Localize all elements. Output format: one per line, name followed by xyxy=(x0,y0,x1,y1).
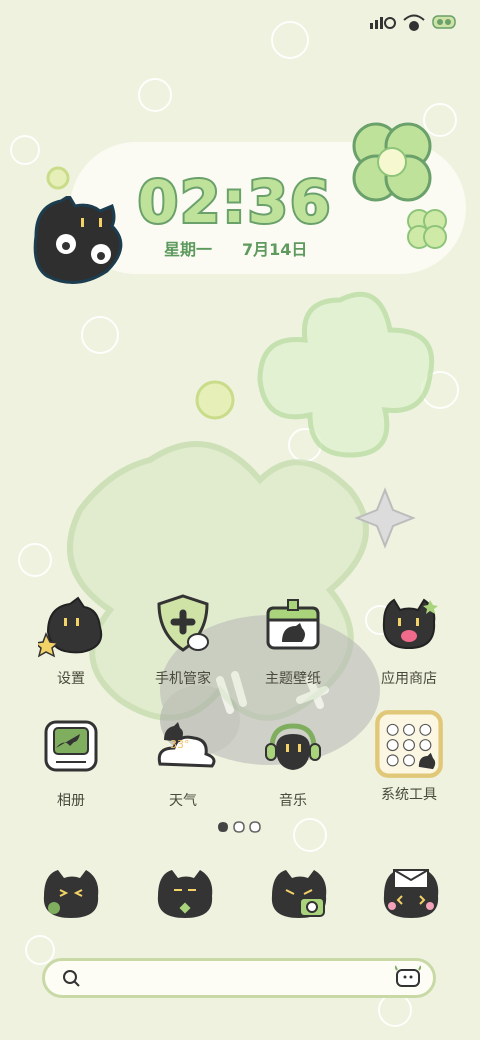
phone-cat-icon xyxy=(43,870,99,918)
battery-icon xyxy=(432,15,456,29)
camera-cat-icon xyxy=(271,870,327,918)
app-weather[interactable]: 33° 天气 xyxy=(128,714,238,810)
clock-date: 星期一 7月14日 xyxy=(164,236,307,260)
app-theme[interactable]: 主题壁纸 xyxy=(238,592,348,688)
app-label: 应用商店 xyxy=(381,671,437,687)
theme-wallpaper-icon xyxy=(266,599,320,650)
page-dot xyxy=(233,821,245,833)
search-icon xyxy=(63,970,80,987)
voice-assistant-icon[interactable] xyxy=(395,965,421,989)
app-settings[interactable]: 设置 xyxy=(16,592,126,688)
music-cat-icon xyxy=(265,723,321,770)
app-label: 主题壁纸 xyxy=(265,671,321,687)
app-label: 手机管家 xyxy=(155,671,211,687)
dock-phone[interactable] xyxy=(38,860,104,926)
search-bar[interactable] xyxy=(42,958,436,998)
app-label: 天气 xyxy=(169,793,197,809)
browser-cat-icon xyxy=(383,869,439,918)
app-label: 系统工具 xyxy=(381,787,437,803)
cat-paws-icon xyxy=(33,196,123,284)
wifi-cat-icon xyxy=(403,14,425,31)
clock-weekday: 星期一 xyxy=(164,240,213,259)
page-dot-active xyxy=(218,822,228,832)
settings-cat-icon xyxy=(33,596,103,658)
folder-system-tools[interactable]: 系统工具 xyxy=(354,708,464,804)
app-label: 音乐 xyxy=(279,793,307,809)
weather-temp: 33° xyxy=(170,738,190,751)
app-phone-manager[interactable]: 手机管家 xyxy=(128,592,238,688)
phone-manager-shield-icon xyxy=(157,594,209,652)
app-music[interactable]: 音乐 xyxy=(238,714,348,810)
clover-icon xyxy=(352,122,432,202)
weather-icon: 33° xyxy=(157,722,216,768)
dock-camera[interactable] xyxy=(266,860,332,926)
dock-messages[interactable] xyxy=(152,860,218,926)
app-store-cat-icon xyxy=(382,598,438,650)
app-label: 相册 xyxy=(57,793,85,809)
system-tools-folder-icon xyxy=(375,710,443,778)
app-label: 设置 xyxy=(57,671,85,687)
clock-day: 7月14日 xyxy=(242,240,308,259)
messages-cat-icon xyxy=(157,870,213,918)
small-clover-icon xyxy=(407,209,447,249)
clock-time: 02:36 xyxy=(136,166,333,238)
status-bar xyxy=(370,8,458,36)
gallery-icon xyxy=(44,720,98,772)
page-indicator[interactable] xyxy=(216,820,262,834)
signal-icon xyxy=(370,17,396,29)
page-dot xyxy=(249,821,261,833)
app-store[interactable]: 应用商店 xyxy=(354,592,464,688)
app-gallery[interactable]: 相册 xyxy=(16,714,126,810)
dock-browser[interactable] xyxy=(378,860,444,926)
